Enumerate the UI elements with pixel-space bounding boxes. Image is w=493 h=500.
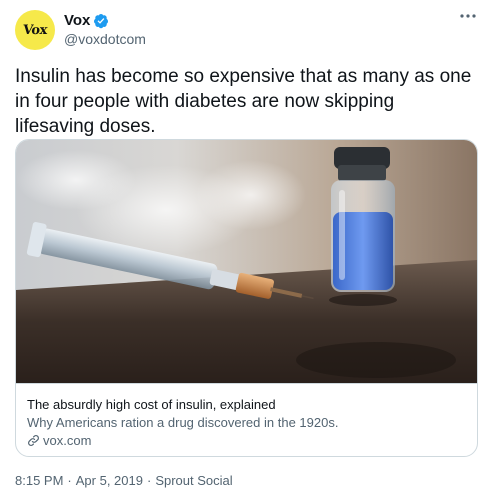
card-domain[interactable]: vox.com [43, 433, 91, 448]
author-name-row[interactable]: Vox [64, 12, 109, 29]
tweet-footer: 8:15 PM · Apr 5, 2019 · Sprout Social [15, 473, 233, 488]
separator-dot: · [146, 473, 152, 488]
vox-logo: Vox [22, 22, 48, 38]
tweet-source[interactable]: Sprout Social [155, 473, 232, 488]
card-meta[interactable]: The absurdly high cost of insulin, expla… [16, 383, 477, 456]
link-card[interactable]: The absurdly high cost of insulin, expla… [15, 139, 478, 457]
avatar[interactable]: Vox [15, 10, 55, 50]
card-domain-row[interactable]: vox.com [27, 433, 91, 448]
tweet-date[interactable]: Apr 5, 2019 [76, 473, 143, 488]
verified-badge-icon [93, 13, 109, 29]
tweet-time[interactable]: 8:15 PM [15, 473, 63, 488]
card-title[interactable]: The absurdly high cost of insulin, expla… [27, 397, 276, 412]
link-icon [27, 434, 40, 447]
more-horizontal-icon[interactable] [459, 12, 477, 20]
tweet-text: Insulin has become so expensive that as … [15, 66, 472, 137]
card-description: Why Americans ration a drug discovered i… [27, 415, 339, 430]
tweet: Vox Vox @voxdotcom Insulin has become so… [0, 0, 493, 500]
author-display-name[interactable]: Vox [64, 12, 90, 29]
separator-dot: · [67, 473, 72, 488]
author-handle[interactable]: @voxdotcom [64, 31, 146, 47]
card-image[interactable] [16, 140, 477, 383]
